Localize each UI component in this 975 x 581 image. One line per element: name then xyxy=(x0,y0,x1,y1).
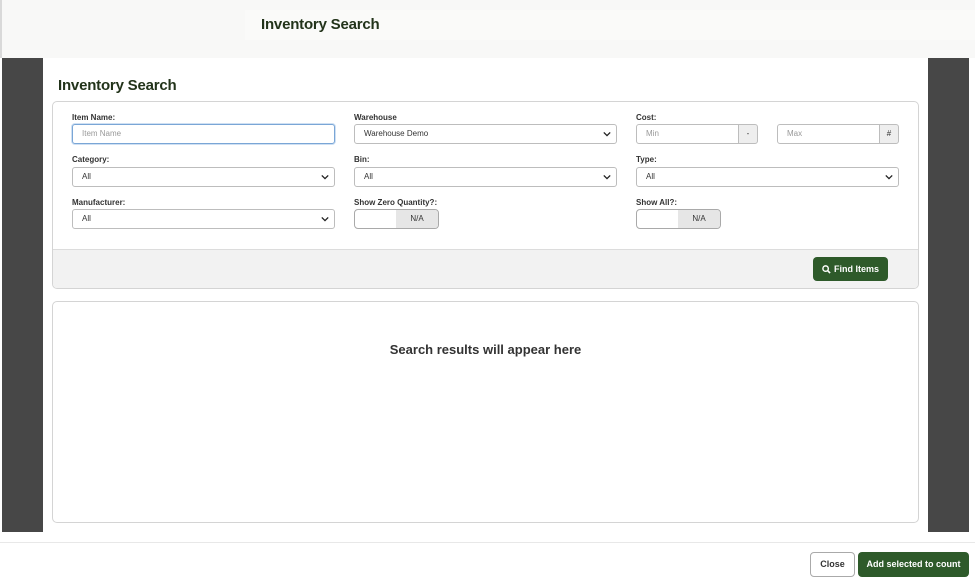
find-items-label: Find Items xyxy=(833,264,879,274)
show-all-label: Show All?: xyxy=(636,198,678,207)
show-all-value: N/A xyxy=(678,210,720,228)
bin-label: Bin: xyxy=(354,155,370,164)
show-zero-quantity-value: N/A xyxy=(396,210,438,228)
item-name-placeholder: Item Name xyxy=(82,129,122,138)
bin-value: All xyxy=(364,172,373,181)
header-title: Inventory Search xyxy=(261,16,380,33)
cost-min-addon: - xyxy=(738,124,758,144)
item-name-label: Item Name: xyxy=(72,113,116,122)
cost-max-addon: # xyxy=(879,124,899,144)
chevron-down-icon xyxy=(603,131,611,137)
category-label: Category: xyxy=(72,155,110,164)
show-zero-quantity-toggle[interactable]: N/A xyxy=(354,209,439,229)
chevron-down-icon xyxy=(321,174,329,180)
show-zero-quantity-label: Show Zero Quantity?: xyxy=(354,198,438,207)
bin-select[interactable]: All xyxy=(354,167,617,187)
cost-max-placeholder: Max xyxy=(787,129,803,138)
manufacturer-select[interactable]: All xyxy=(72,209,335,229)
results-placeholder: Search results will appear here xyxy=(389,342,582,357)
cost-label: Cost: xyxy=(636,113,657,122)
category-select[interactable]: All xyxy=(72,167,335,187)
chevron-down-icon xyxy=(321,216,329,222)
top-header: Inventory Search xyxy=(0,0,975,58)
inventory-search-modal: Inventory Search Item Name: Item Name Wa… xyxy=(43,58,928,532)
type-select[interactable]: All xyxy=(636,167,899,187)
modal-footer: Close Add selected to count xyxy=(0,542,975,581)
warehouse-select[interactable]: Warehouse Demo xyxy=(354,124,617,144)
type-value: All xyxy=(646,172,655,181)
cost-min-input[interactable]: Min xyxy=(636,124,739,144)
chevron-down-icon xyxy=(603,174,611,180)
chevron-down-icon xyxy=(885,174,893,180)
manufacturer-label: Manufacturer: xyxy=(72,198,126,207)
search-icon xyxy=(822,264,831,274)
close-button[interactable]: Close xyxy=(810,552,855,577)
results-panel: Search results will appear here xyxy=(52,301,919,523)
warehouse-value: Warehouse Demo xyxy=(364,129,429,138)
type-label: Type: xyxy=(636,155,657,164)
show-all-toggle[interactable]: N/A xyxy=(636,209,721,229)
add-selected-to-count-button[interactable]: Add selected to count xyxy=(858,552,969,577)
manufacturer-value: All xyxy=(82,214,91,223)
item-name-input[interactable]: Item Name xyxy=(72,124,335,144)
find-items-button[interactable]: Find Items xyxy=(813,257,888,281)
cost-max-input[interactable]: Max xyxy=(777,124,880,144)
filter-footer xyxy=(53,249,918,288)
filter-panel: Item Name: Item Name Warehouse Warehouse… xyxy=(52,101,919,289)
header-title-box: Inventory Search xyxy=(245,10,975,40)
cost-min-placeholder: Min xyxy=(646,129,659,138)
warehouse-label: Warehouse xyxy=(354,113,397,122)
category-value: All xyxy=(82,172,91,181)
modal-title: Inventory Search xyxy=(58,77,177,94)
